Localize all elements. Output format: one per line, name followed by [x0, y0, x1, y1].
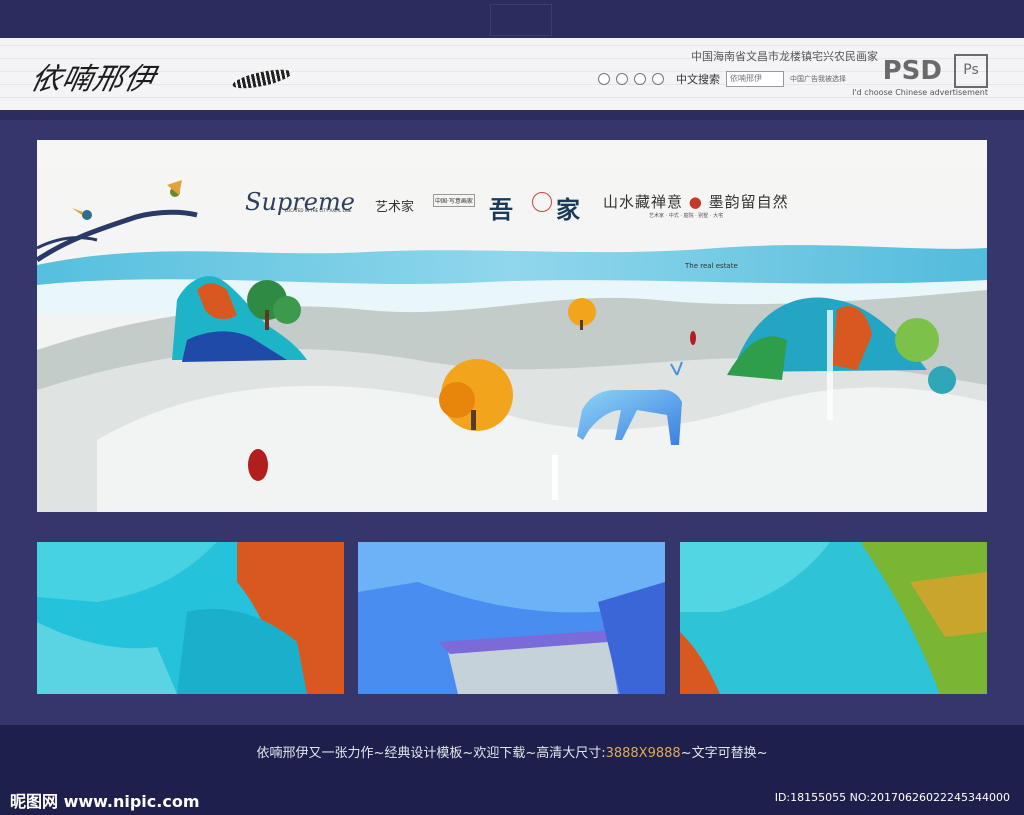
circle-icon: [598, 73, 610, 85]
slogan-part-2: 墨韵留自然: [708, 193, 789, 211]
header-banner: 依喃邢伊 中国海南省文昌市龙楼镇宅兴农民画家 中文搜索 依喃邢伊 中国广告我被选…: [0, 38, 1024, 110]
detail-tiles: [37, 542, 987, 694]
watermark-logo: [490, 4, 552, 36]
detail-tile-2: [358, 542, 665, 694]
psd-label: PSD: [882, 56, 942, 86]
caption-size: 3888X9888: [605, 746, 681, 761]
supreme-tagline: LOCATED IN THE CITY AXIAL LINE: [285, 208, 352, 213]
circle-icon: [634, 73, 646, 85]
detail-tile-3: [680, 542, 987, 694]
slogan-subtitle: 艺术家 · 中式 · 庭院 · 别墅 · 大宅: [649, 213, 724, 219]
caption-text: 依喃邢伊又一张力作~经典设计模板~欢迎下载~高清大尺寸:: [256, 746, 606, 761]
realestate-label: The real estate: [685, 262, 738, 270]
artist-label: 艺术家: [375, 200, 415, 215]
search-hint: 中国广告我被选择: [790, 75, 846, 83]
search-bar: 中文搜索 依喃邢伊 中国广告我被选择: [598, 70, 846, 88]
search-input[interactable]: 依喃邢伊: [726, 71, 784, 87]
circle-icon: [652, 73, 664, 85]
header-right: 中国海南省文昌市龙楼镇宅兴农民画家 中文搜索 依喃邢伊 中国广告我被选择 PSD…: [598, 48, 988, 102]
header-description: 中国海南省文昌市龙楼镇宅兴农民画家: [691, 50, 878, 63]
brand-text: 依喃邢伊: [27, 62, 159, 97]
search-label: 中文搜索: [676, 73, 720, 86]
brand-signature: 依喃邢伊: [28, 50, 293, 98]
top-bar: [0, 0, 1024, 38]
ps-icon: Ps: [954, 54, 988, 88]
slogan: 山水藏禅意 ● 墨韵留自然: [603, 191, 789, 212]
seal-icon: [532, 192, 552, 212]
detail-tile-1: [37, 542, 344, 694]
slogan-part-1: 山水藏禅意: [603, 193, 684, 211]
divider: [0, 110, 1024, 120]
tagline: I'd choose Chinese advertisement: [852, 88, 988, 97]
project-char-2: 家: [556, 195, 580, 224]
footer-caption: 依喃邢伊又一张力作~经典设计模板~欢迎下载~高清大尺寸:3888X9888~文字…: [0, 742, 1024, 761]
feather-icon: [231, 65, 293, 93]
circle-icon: [616, 73, 628, 85]
artist-badge: 中国·写意画家: [433, 194, 475, 207]
project-char-1: 吾: [489, 195, 513, 224]
site-watermark[interactable]: 昵图网 www.nipic.com: [10, 788, 200, 812]
caption-end: ~文字可替换~: [680, 746, 768, 761]
hero-artwork: Supreme LOCATED IN THE CITY AXIAL LINE 艺…: [37, 140, 987, 512]
footer: 依喃邢伊又一张力作~经典设计模板~欢迎下载~高清大尺寸:3888X9888~文字…: [0, 725, 1024, 815]
red-seal-icon: ●: [688, 193, 703, 211]
image-id: ID:18155055 NO:20170626022245344000: [774, 791, 1010, 804]
